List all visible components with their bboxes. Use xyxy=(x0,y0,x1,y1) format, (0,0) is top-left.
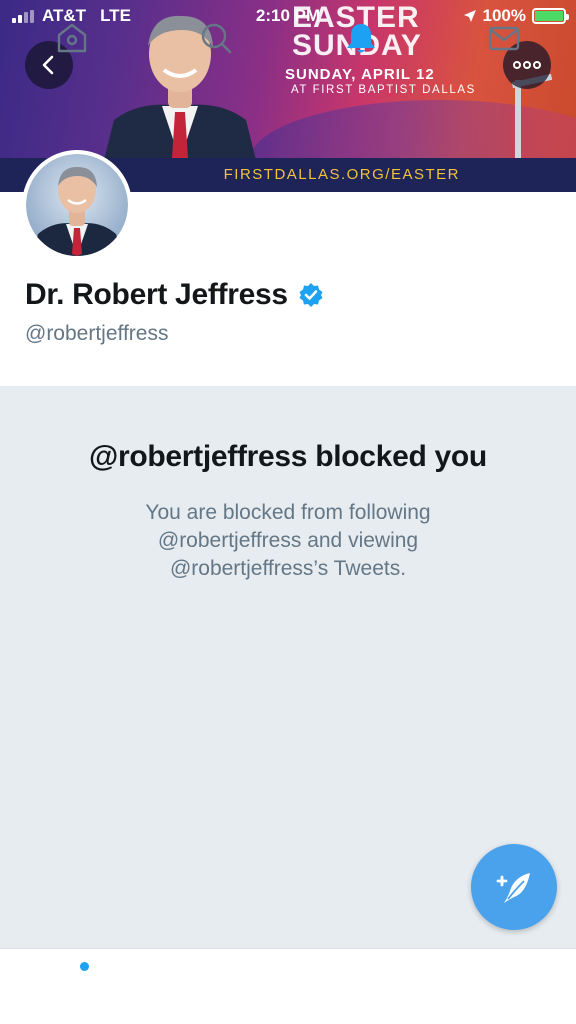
compose-tweet-button[interactable] xyxy=(471,844,557,930)
home-icon xyxy=(57,23,87,53)
tab-search[interactable] xyxy=(196,18,236,58)
mail-icon xyxy=(488,26,520,51)
blocked-description: You are blocked from following @robertje… xyxy=(145,501,431,580)
avatar[interactable] xyxy=(22,150,132,260)
battery-icon xyxy=(532,8,569,24)
profile-name-row: Dr. Robert Jeffress xyxy=(25,278,324,312)
bell-icon xyxy=(347,24,375,53)
tab-messages[interactable] xyxy=(484,18,524,58)
tab-bar xyxy=(0,948,576,1024)
profile-name: Dr. Robert Jeffress xyxy=(25,278,288,311)
banner-date: SUNDAY, APRIL 12 xyxy=(285,66,435,83)
location-arrow-icon xyxy=(463,10,476,22)
avatar-portrait xyxy=(26,154,128,256)
verified-badge-icon xyxy=(299,283,323,307)
blocked-title: @robertjeffress blocked you xyxy=(89,440,487,473)
search-icon xyxy=(201,23,232,54)
banner-lamp-post xyxy=(515,80,521,160)
more-dots-icon xyxy=(513,61,541,69)
tab-home[interactable] xyxy=(52,18,92,58)
tab-notifications[interactable] xyxy=(341,18,381,58)
home-notification-dot xyxy=(80,962,89,971)
banner-url: FIRSTDALLAS.ORG/EASTER xyxy=(223,166,460,183)
profile-handle: @robertjeffress xyxy=(25,322,169,345)
compose-tweet-icon xyxy=(496,873,530,903)
banner-venue: AT FIRST BAPTIST DALLAS xyxy=(291,84,476,96)
